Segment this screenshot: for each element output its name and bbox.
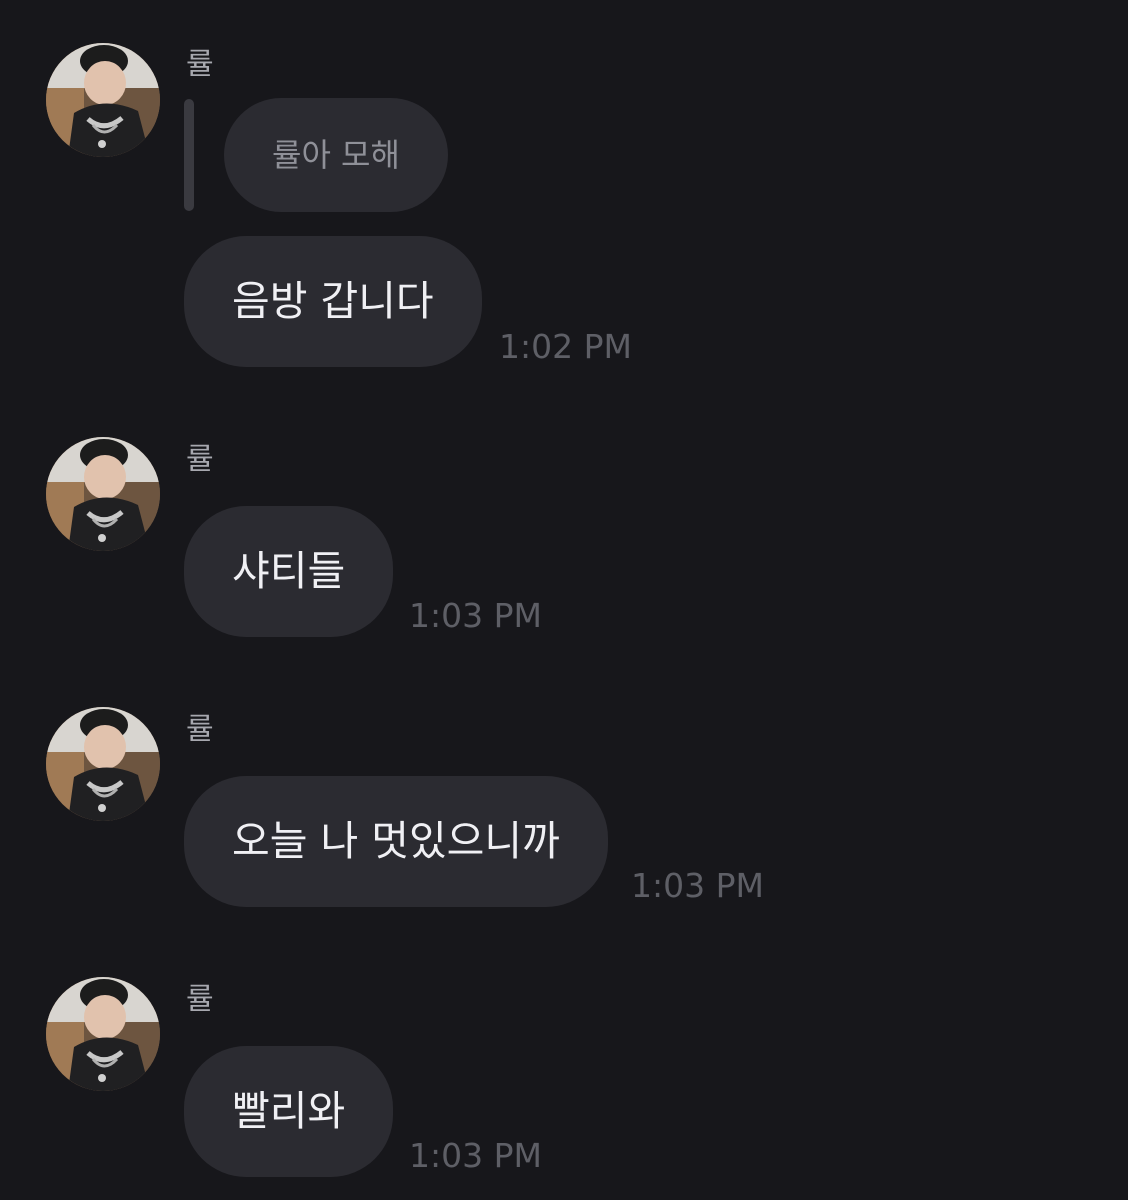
quoted-message[interactable]: 률아 모해: [224, 98, 448, 212]
profile-photo-icon: [46, 43, 160, 157]
message-timestamp: 1:03 PM: [409, 596, 542, 635]
sender-name: 률: [186, 442, 214, 477]
sender-name: 률: [186, 982, 214, 1017]
reply-indicator: [184, 99, 194, 211]
avatar[interactable]: [46, 977, 160, 1091]
message-bubble[interactable]: 오늘 나 멋있으니까: [184, 776, 608, 907]
profile-photo-icon: [46, 977, 160, 1091]
message-timestamp: 1:03 PM: [631, 866, 764, 905]
profile-photo-icon: [46, 437, 160, 551]
profile-photo-icon: [46, 707, 160, 821]
message-bubble[interactable]: 빨리와: [184, 1046, 394, 1177]
avatar[interactable]: [46, 43, 160, 157]
message-timestamp: 1:03 PM: [409, 1136, 542, 1175]
sender-name: 률: [186, 47, 214, 82]
message-bubble[interactable]: 샤티들: [184, 506, 394, 637]
sender-name: 률: [186, 712, 214, 747]
avatar[interactable]: [46, 707, 160, 821]
avatar[interactable]: [46, 437, 160, 551]
message-bubble[interactable]: 음방 갑니다: [184, 236, 482, 367]
message-timestamp: 1:02 PM: [499, 327, 632, 366]
